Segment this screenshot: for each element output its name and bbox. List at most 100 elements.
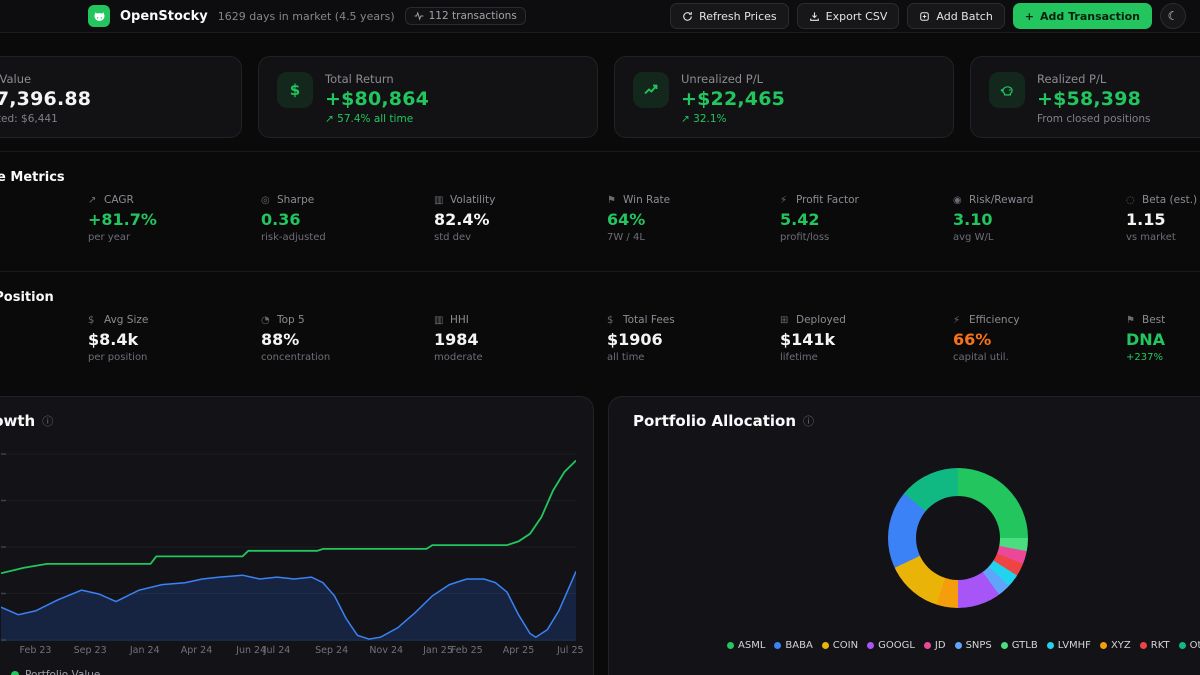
x-axis-label: Jan 25: [423, 645, 453, 656]
legend-label: GTLB: [1012, 640, 1038, 651]
x-axis-label: Apr 24: [181, 645, 213, 656]
grid-icon: ⊞: [780, 315, 791, 326]
card-sub: From closed positions: [1037, 113, 1150, 125]
add-batch-button[interactable]: Add Batch: [907, 3, 1004, 29]
card-value: +$80,864: [325, 88, 429, 110]
legend-label: COIN: [833, 640, 858, 651]
legend-dot: [1047, 642, 1054, 649]
legend-item: ASML: [727, 640, 765, 651]
portfolio-growth-panel: Portfolio Growth ⓘ Feb 23Sep 23Jan 24Apr…: [0, 396, 594, 675]
legend-dot: [1179, 642, 1186, 649]
metric-volatility: ▥Volatility 82.4% std dev: [434, 194, 607, 243]
metric-avg-size: $Avg Size $8.4k per position: [88, 314, 261, 363]
legend-label: RKT: [1151, 640, 1170, 651]
growth-legend: Portfolio Value: [11, 669, 100, 675]
legend-dot: [1140, 642, 1147, 649]
metric-best: ⚑Best DNA +237%: [1126, 314, 1200, 363]
flag-icon: ⚑: [1126, 315, 1137, 326]
info-icon[interactable]: ⓘ: [803, 413, 814, 429]
moon-icon: ☾: [1168, 9, 1179, 23]
divider: [0, 271, 1200, 272]
refresh-prices-button[interactable]: Refresh Prices: [670, 3, 789, 29]
legend-item: JD: [924, 640, 946, 651]
legend-label: SNPS: [966, 640, 992, 651]
donut-hole: [916, 496, 1000, 580]
export-csv-button[interactable]: Export CSV: [797, 3, 900, 29]
x-axis-label: Sep 23: [74, 645, 107, 656]
legend-dot: [1100, 642, 1107, 649]
card-sub: ↗ 57.4% all time: [325, 113, 429, 125]
metric-hhi: ▥HHI 1984 moderate: [434, 314, 607, 363]
app-title: OpenStocky: [120, 9, 208, 24]
legend-label: XYZ: [1111, 640, 1131, 651]
lightning-icon: ⚡: [953, 315, 964, 326]
lightning-icon: ⚡: [780, 195, 791, 206]
legend-item: RKT: [1140, 640, 1170, 651]
card-value: $87,396.88: [0, 88, 91, 110]
position-section-title: Per Position: [0, 290, 54, 305]
theme-toggle-button[interactable]: ☾: [1160, 3, 1186, 29]
dashboard: OpenStocky 1629 days in market (4.5 year…: [0, 0, 1200, 675]
app-logo-icon: [88, 5, 110, 27]
days-in-market: 1629 days in market (4.5 years): [218, 10, 395, 23]
metrics-row: ↗CAGR +81.7% per year ◎Sharpe 0.36 risk-…: [88, 194, 1200, 243]
gauge-icon: ◎: [261, 195, 272, 206]
dollar-icon: $: [277, 72, 313, 108]
legend-label: GOOGL: [878, 640, 915, 651]
x-axis-label: Sep 24: [315, 645, 348, 656]
add-transaction-button[interactable]: + Add Transaction: [1013, 3, 1152, 29]
top-bar-actions: Refresh Prices Export CSV Add Batch + Ad…: [670, 3, 1186, 29]
legend-dot: [774, 642, 781, 649]
position-row: $Avg Size $8.4k per position ◔Top 5 88% …: [88, 314, 1200, 363]
growth-x-axis: Feb 23Sep 23Jan 24Apr 24Jun 24Jul 24Sep …: [1, 645, 576, 657]
unrealized-pl-card: Unrealized P/L +$22,465 ↗ 32.1%: [614, 56, 954, 138]
bars-icon: ▥: [434, 195, 445, 206]
card-sub: ↗ 32.1%: [681, 113, 785, 125]
total-return-card: $ Total Return +$80,864 ↗ 57.4% all time: [258, 56, 598, 138]
info-icon[interactable]: ⓘ: [42, 413, 53, 429]
legend-dot: [867, 642, 874, 649]
trophy-icon: ⚑: [607, 195, 618, 206]
x-axis-label: Jan 24: [130, 645, 160, 656]
plus-icon: +: [1025, 10, 1034, 23]
circle-icon: ◌: [1126, 195, 1137, 206]
legend-dot: [1001, 642, 1008, 649]
legend-dot: [11, 671, 19, 675]
legend-label: Other: [1190, 640, 1200, 651]
legend-dot: [822, 642, 829, 649]
legend-label: LVMHF: [1058, 640, 1091, 651]
metric-top5: ◔Top 5 88% concentration: [261, 314, 434, 363]
card-sub: Invested: $6,441: [0, 113, 91, 125]
x-axis-label: Jul 25: [557, 645, 584, 656]
legend-item: GOOGL: [867, 640, 915, 651]
legend-label: ASML: [738, 640, 765, 651]
card-label: Total Value: [0, 72, 91, 86]
metric-deployed: ⊞Deployed $141k lifetime: [780, 314, 953, 363]
pie-icon: ◔: [261, 315, 272, 326]
divider: [0, 151, 1200, 152]
batch-plus-icon: [919, 11, 930, 22]
dollar-icon: $: [88, 315, 99, 326]
legend-dot: [955, 642, 962, 649]
allocation-donut-chart: [888, 468, 1028, 608]
metric-total-fees: $Total Fees $1906 all time: [607, 314, 780, 363]
alloc-panel-title: Portfolio Allocation ⓘ: [633, 412, 814, 430]
stat-cards-row: $ Total Value $87,396.88 Invested: $6,44…: [0, 56, 1200, 138]
growth-panel-title: Portfolio Growth ⓘ: [0, 412, 53, 430]
card-value: +$58,398: [1037, 88, 1150, 110]
card-value: +$22,465: [681, 88, 785, 110]
legend-dot: [727, 642, 734, 649]
target-icon: ◉: [953, 195, 964, 206]
legend-label: JD: [935, 640, 946, 651]
bull-icon: [92, 9, 107, 24]
card-label: Realized P/L: [1037, 72, 1150, 86]
legend-item: GTLB: [1001, 640, 1038, 651]
portfolio-allocation-panel: Portfolio Allocation ⓘ ASML BABA COIN GOOGL…: [608, 396, 1200, 675]
allocation-legend: ASML BABA COIN GOOGL JD SNPS GTLB LVMHF XYZ RKT Ot…: [727, 640, 1200, 651]
x-axis-label: Feb 25: [451, 645, 483, 656]
activity-icon: [414, 11, 424, 21]
legend-item: LVMHF: [1047, 640, 1091, 651]
total-value-card: $ Total Value $87,396.88 Invested: $6,44…: [0, 56, 242, 138]
x-axis-label: Apr 25: [503, 645, 535, 656]
legend-item: BABA: [774, 640, 812, 651]
